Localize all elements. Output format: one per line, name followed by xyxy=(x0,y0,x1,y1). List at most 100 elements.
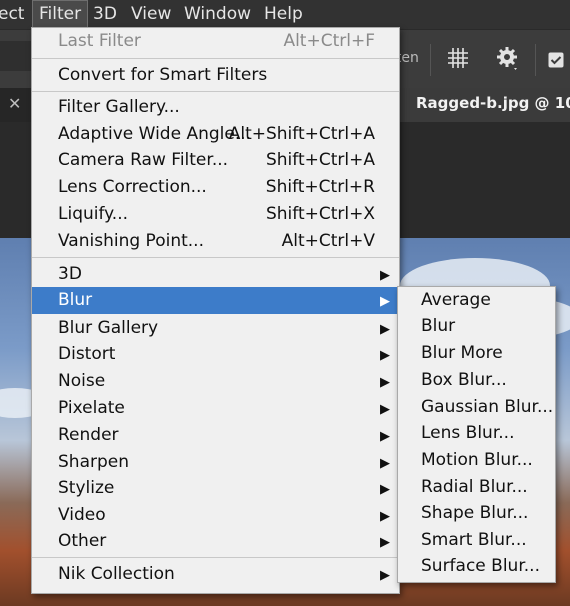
blur-item-lens-blur[interactable]: Lens Blur... xyxy=(398,420,555,447)
submenu-arrow-icon: ▶ xyxy=(380,294,390,309)
menu-help[interactable]: Help xyxy=(258,0,309,29)
menu-divider xyxy=(32,91,399,92)
shortcut-label: Shift+Ctrl+X xyxy=(265,204,375,224)
divider xyxy=(535,44,536,76)
blur-item-radial-blur[interactable]: Radial Blur... xyxy=(398,474,555,501)
blur-item-motion-blur[interactable]: Motion Blur... xyxy=(398,447,555,474)
menu-item-label: Smart Blur... xyxy=(421,530,527,550)
grid-icon[interactable] xyxy=(446,46,470,74)
menu-window[interactable]: Window xyxy=(178,0,257,29)
divider xyxy=(430,44,431,76)
blur-item-average[interactable]: Average xyxy=(398,287,555,314)
menu-item-lens-correction[interactable]: Lens Correction... Shift+Ctrl+R xyxy=(32,174,399,201)
menu-divider xyxy=(32,257,399,258)
menu-item-pixelate[interactable]: Pixelate ▶ xyxy=(32,395,399,422)
menu-item-blur-gallery[interactable]: Blur Gallery ▶ xyxy=(32,315,399,342)
shortcut-label: Shift+Ctrl+A xyxy=(265,150,375,170)
submenu-arrow-icon: ▶ xyxy=(380,535,390,550)
menu-item-label: Surface Blur... xyxy=(421,556,540,576)
menu-edit-select[interactable]: ect xyxy=(0,0,30,29)
submenu-arrow-icon: ▶ xyxy=(380,375,390,390)
menu-item-label: Convert for Smart Filters xyxy=(58,65,268,85)
submenu-arrow-icon: ▶ xyxy=(380,322,390,337)
submenu-arrow-icon: ▶ xyxy=(380,348,390,363)
menu-item-3d[interactable]: 3D ▶ xyxy=(32,261,399,288)
blur-item-gaussian-blur[interactable]: Gaussian Blur... xyxy=(398,394,555,421)
blur-item-shape-blur[interactable]: Shape Blur... xyxy=(398,500,555,527)
menu-item-stylize[interactable]: Stylize ▶ xyxy=(32,475,399,502)
menu-item-label: Sharpen xyxy=(58,452,129,472)
menu-item-video[interactable]: Video ▶ xyxy=(32,502,399,529)
menu-divider xyxy=(32,58,399,59)
shortcut-label: Alt+Ctrl+F xyxy=(283,31,375,51)
submenu-arrow-icon: ▶ xyxy=(380,456,390,471)
shortcut-label: Alt+Ctrl+V xyxy=(281,231,375,251)
submenu-arrow-icon: ▶ xyxy=(380,268,390,283)
gear-icon[interactable] xyxy=(496,46,520,76)
menu-item-label: Filter Gallery... xyxy=(58,97,180,117)
menu-item-filter-gallery[interactable]: Filter Gallery... xyxy=(32,94,399,121)
menu-item-label: Other xyxy=(58,531,107,551)
menu-item-render[interactable]: Render ▶ xyxy=(32,422,399,449)
checkbox-icon[interactable] xyxy=(548,52,564,72)
shortcut-label: Alt+Shift+Ctrl+A xyxy=(228,124,375,144)
menu-item-last-filter: Last Filter Alt+Ctrl+F xyxy=(32,28,399,55)
menu-divider xyxy=(32,557,399,558)
document-tab[interactable]: Ragged-b.jpg @ 100% xyxy=(398,88,570,122)
menu-item-label: 3D xyxy=(58,264,82,284)
blur-item-smart-blur[interactable]: Smart Blur... xyxy=(398,527,555,554)
menu-item-label: Average xyxy=(421,290,491,310)
menu-item-other[interactable]: Other ▶ xyxy=(32,528,399,555)
blur-item-box-blur[interactable]: Box Blur... xyxy=(398,367,555,394)
menu-view[interactable]: View xyxy=(125,0,177,29)
close-icon[interactable]: ✕ xyxy=(8,94,21,113)
menu-item-label: Distort xyxy=(58,344,116,364)
menu-item-vanishing-point[interactable]: Vanishing Point... Alt+Ctrl+V xyxy=(32,228,399,255)
menu-item-label: Gaussian Blur... xyxy=(421,397,554,417)
menu-item-label: Nik Collection xyxy=(58,564,175,584)
menu-3d[interactable]: 3D xyxy=(87,0,123,29)
menu-item-label: Box Blur... xyxy=(421,370,507,390)
menu-item-label: Motion Blur... xyxy=(421,450,533,470)
menu-item-label: Camera Raw Filter... xyxy=(58,150,229,170)
blur-submenu: Average Blur Blur More Box Blur... Gauss… xyxy=(397,286,556,583)
menu-item-label: Last Filter xyxy=(58,31,141,51)
menu-item-camera-raw-filter[interactable]: Camera Raw Filter... Shift+Ctrl+A xyxy=(32,147,399,174)
menu-item-label: Blur xyxy=(58,290,93,310)
menu-item-label: Vanishing Point... xyxy=(58,231,204,251)
submenu-arrow-icon: ▶ xyxy=(380,402,390,417)
menu-item-sharpen[interactable]: Sharpen ▶ xyxy=(32,449,399,476)
submenu-arrow-icon: ▶ xyxy=(380,429,390,444)
menu-item-nik-collection[interactable]: Nik Collection ▶ xyxy=(32,561,399,588)
shortcut-label: Shift+Ctrl+R xyxy=(265,177,375,197)
blur-item-blur[interactable]: Blur xyxy=(398,313,555,340)
menu-item-label: Liquify... xyxy=(58,204,129,224)
menu-item-convert-smart-filters[interactable]: Convert for Smart Filters xyxy=(32,62,399,89)
menu-item-label: Blur Gallery xyxy=(58,318,159,338)
menu-item-label: Blur More xyxy=(421,343,503,363)
menu-item-label: Video xyxy=(58,505,106,525)
menu-item-label: Render xyxy=(58,425,119,445)
menu-item-label: Blur xyxy=(421,316,456,336)
submenu-arrow-icon: ▶ xyxy=(380,509,390,524)
menu-item-label: Radial Blur... xyxy=(421,477,528,497)
menu-item-label: Shape Blur... xyxy=(421,503,529,523)
menu-item-label: Noise xyxy=(58,371,106,391)
menu-item-label: Lens Blur... xyxy=(421,423,515,443)
menu-item-adaptive-wide-angle[interactable]: Adaptive Wide Angle... Alt+Shift+Ctrl+A xyxy=(32,121,399,148)
filter-menu: Last Filter Alt+Ctrl+F Convert for Smart… xyxy=(31,27,400,594)
blur-item-blur-more[interactable]: Blur More xyxy=(398,340,555,367)
menu-item-label: Pixelate xyxy=(58,398,125,418)
blur-item-surface-blur[interactable]: Surface Blur... xyxy=(398,553,555,580)
menu-item-label: Stylize xyxy=(58,478,115,498)
submenu-arrow-icon: ▶ xyxy=(380,482,390,497)
menu-item-distort[interactable]: Distort ▶ xyxy=(32,341,399,368)
submenu-arrow-icon: ▶ xyxy=(380,568,390,583)
menu-item-label: Adaptive Wide Angle... xyxy=(58,124,252,144)
menu-item-blur[interactable]: Blur ▶ xyxy=(32,287,399,314)
menu-item-label: Lens Correction... xyxy=(58,177,207,197)
menu-bar: ect Filter 3D View Window Help xyxy=(0,0,570,29)
menu-filter[interactable]: Filter xyxy=(32,0,89,29)
menu-item-noise[interactable]: Noise ▶ xyxy=(32,368,399,395)
menu-item-liquify[interactable]: Liquify... Shift+Ctrl+X xyxy=(32,201,399,228)
